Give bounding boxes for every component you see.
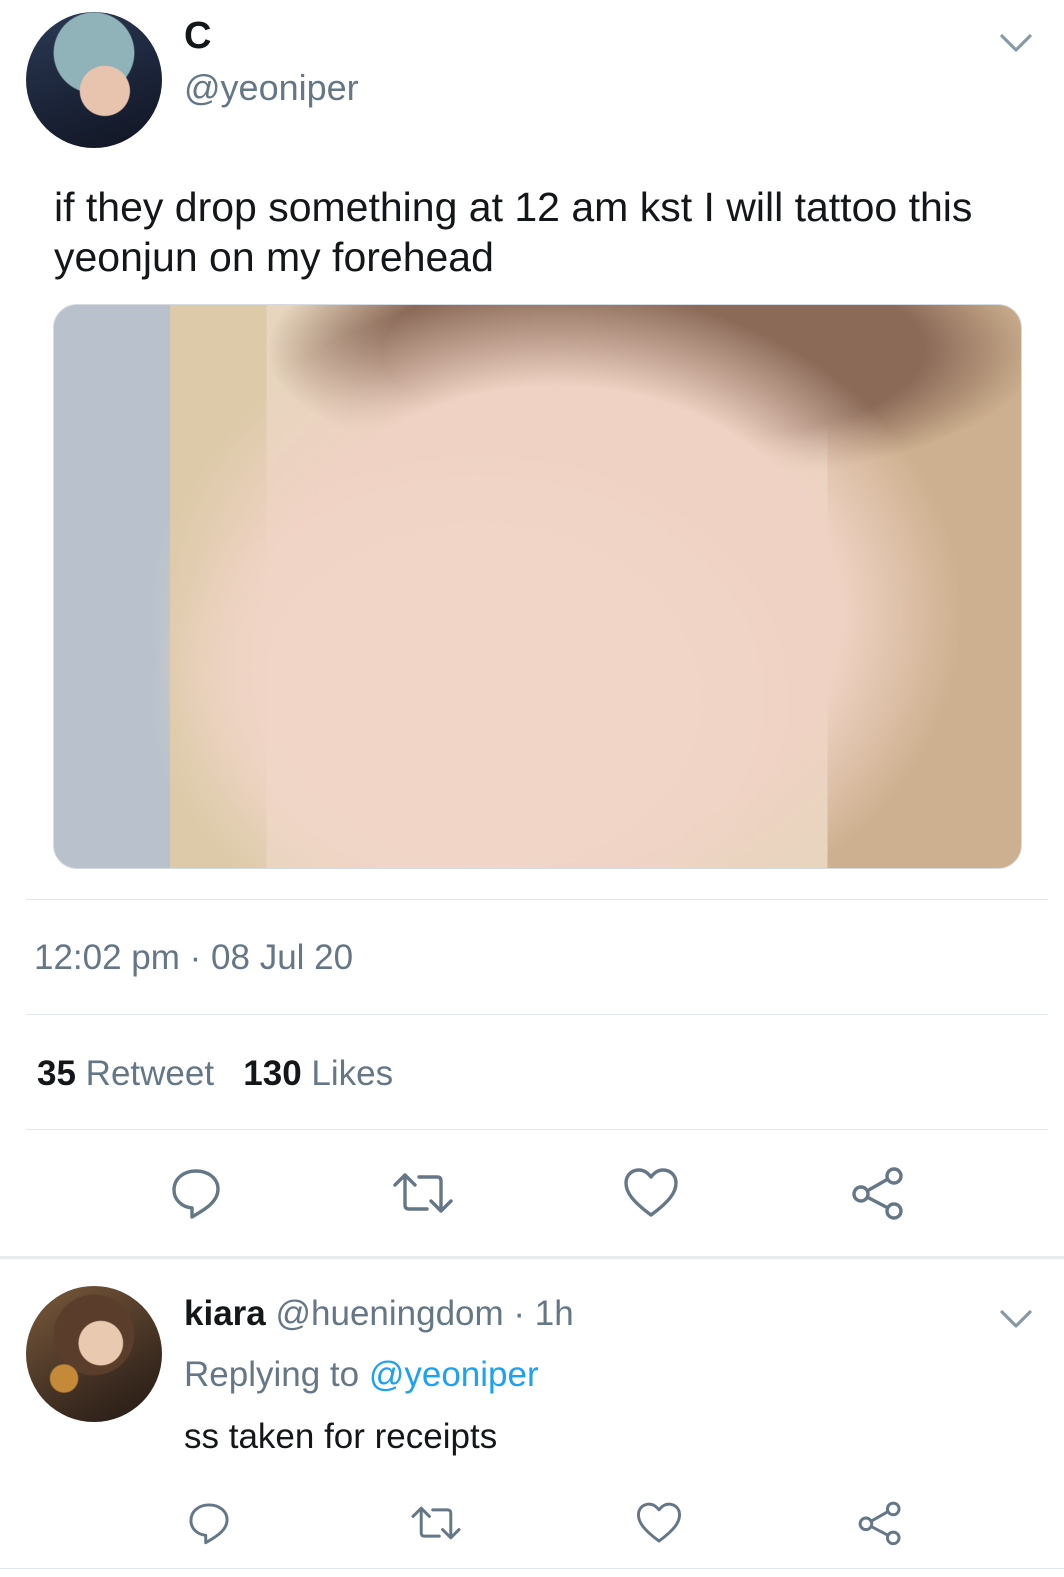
speech-bubble-icon	[189, 1503, 229, 1545]
heart-icon	[636, 1502, 682, 1543]
share-icon	[852, 1167, 903, 1220]
reply-author-handle[interactable]: @hueningdom	[275, 1294, 503, 1333]
reply-share-button[interactable]	[848, 1491, 912, 1555]
tweet-text: if they drop something at 12 am kst I wi…	[54, 184, 973, 280]
chevron-down-icon[interactable]	[998, 24, 1034, 60]
share-icon	[858, 1501, 901, 1546]
tweet-media-image[interactable]	[53, 304, 1022, 869]
reply-time-separator: ·	[503, 1294, 535, 1333]
author-name[interactable]: C	[184, 14, 211, 58]
reply-retweet-button[interactable]	[404, 1491, 468, 1555]
chevron-down-icon[interactable]	[998, 1300, 1034, 1336]
divider	[0, 1568, 1064, 1569]
reply-reply-button[interactable]	[177, 1491, 241, 1555]
retweet-icon	[411, 1506, 461, 1540]
reply-like-button[interactable]	[627, 1491, 691, 1555]
reply-author-avatar[interactable]	[26, 1286, 162, 1422]
engagement-stats: 35 Retweet 130 Likes	[37, 1052, 393, 1096]
section-separator	[0, 1256, 1064, 1259]
replying-to-link[interactable]: @yeoniper	[369, 1355, 539, 1394]
divider	[26, 1129, 1048, 1130]
replying-to-label: Replying to	[184, 1355, 360, 1394]
retweet-icon	[393, 1173, 453, 1213]
reply-header: kiara @hueningdom · 1h	[184, 1292, 574, 1336]
divider	[26, 1014, 1048, 1015]
author-handle[interactable]: @yeoniper	[184, 66, 359, 110]
tweet-date: 08 Jul 20	[211, 938, 354, 977]
like-button[interactable]	[619, 1161, 683, 1225]
like-count: 130	[243, 1054, 302, 1093]
retweet-label: Retweet	[85, 1054, 215, 1093]
like-label: Likes	[311, 1054, 394, 1093]
divider	[26, 899, 1048, 900]
retweet-button[interactable]	[391, 1161, 455, 1225]
like-stat[interactable]: 130 Likes	[243, 1054, 393, 1093]
reply-time: 1h	[534, 1294, 574, 1333]
replying-to-line: Replying to @yeoniper	[184, 1353, 539, 1397]
heart-icon	[624, 1168, 678, 1217]
tweet-time: 12:02 pm	[34, 938, 180, 977]
reply-button[interactable]	[164, 1161, 228, 1225]
retweet-stat[interactable]: 35 Retweet	[37, 1054, 214, 1093]
author-avatar[interactable]	[26, 12, 162, 148]
reply-author-name[interactable]: kiara	[184, 1294, 266, 1333]
retweet-count: 35	[37, 1054, 76, 1093]
share-button[interactable]	[846, 1161, 910, 1225]
tweet-timestamp: 12:02 pm · 08 Jul 20	[34, 936, 353, 980]
timestamp-separator: ·	[179, 938, 212, 977]
reply-text: ss taken for receipts	[184, 1417, 498, 1456]
speech-bubble-icon	[172, 1169, 220, 1219]
